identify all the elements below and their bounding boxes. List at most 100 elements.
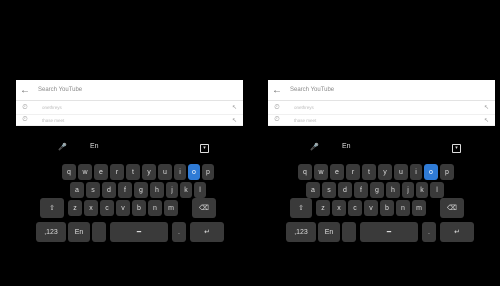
space-key[interactable]: ━ bbox=[110, 222, 168, 242]
key-r[interactable]: r bbox=[110, 164, 124, 180]
numbers-key[interactable]: ,123 bbox=[36, 222, 66, 242]
key-a[interactable]: a bbox=[306, 182, 320, 198]
key-t[interactable]: t bbox=[126, 164, 140, 180]
keyboard-toolbar: 🎤 En ▾ bbox=[268, 140, 495, 156]
key-k[interactable]: k bbox=[180, 182, 192, 198]
key-x[interactable]: x bbox=[84, 200, 98, 216]
key-c[interactable]: c bbox=[348, 200, 362, 216]
key-w[interactable]: w bbox=[78, 164, 92, 180]
fill-arrow-icon[interactable]: ↖ bbox=[484, 104, 489, 111]
enter-key[interactable]: ↵ bbox=[190, 222, 224, 242]
key-t[interactable]: t bbox=[362, 164, 376, 180]
keyboard-hide-icon[interactable]: ▾ bbox=[200, 144, 209, 153]
microphone-icon[interactable]: 🎤 bbox=[58, 143, 67, 151]
suggestion-text: thase meet bbox=[42, 117, 65, 123]
suggestion-item[interactable]: ⏲ onethreys ↖ bbox=[268, 101, 495, 115]
key-i[interactable]: i bbox=[410, 164, 422, 180]
language-key[interactable]: En bbox=[318, 222, 340, 242]
keyboard-hide-icon[interactable]: ▾ bbox=[452, 144, 461, 153]
key-g[interactable]: g bbox=[370, 182, 384, 198]
key-f[interactable]: f bbox=[354, 182, 368, 198]
key-y[interactable]: y bbox=[142, 164, 156, 180]
key-c[interactable]: c bbox=[100, 200, 114, 216]
language-label: En bbox=[90, 143, 99, 150]
key-s[interactable]: s bbox=[322, 182, 336, 198]
enter-icon: ↵ bbox=[204, 229, 210, 236]
space-icon: ━ bbox=[386, 229, 392, 236]
key-p[interactable]: p bbox=[440, 164, 454, 180]
suggestion-item[interactable]: ⏲ thase meet ↖ bbox=[16, 115, 243, 126]
key-s[interactable]: s bbox=[86, 182, 100, 198]
key-x[interactable]: x bbox=[332, 200, 346, 216]
key-v[interactable]: v bbox=[116, 200, 130, 216]
search-input[interactable]: Search YouTube bbox=[38, 87, 82, 93]
key-l[interactable]: l bbox=[430, 182, 444, 198]
history-icon: ⏲ bbox=[274, 103, 280, 111]
backspace-key[interactable]: ⌫ bbox=[440, 198, 464, 218]
fill-arrow-icon[interactable]: ↖ bbox=[484, 117, 489, 124]
key-e[interactable]: e bbox=[94, 164, 108, 180]
key-h[interactable]: h bbox=[386, 182, 400, 198]
search-bar[interactable]: ← Search YouTube bbox=[16, 80, 243, 101]
key-b[interactable]: b bbox=[380, 200, 394, 216]
back-arrow-icon[interactable]: ← bbox=[18, 85, 32, 96]
microphone-icon[interactable]: 🎤 bbox=[310, 143, 319, 151]
key-h[interactable]: h bbox=[150, 182, 164, 198]
key-n[interactable]: n bbox=[148, 200, 162, 216]
key-d[interactable]: d bbox=[102, 182, 116, 198]
key-m[interactable]: m bbox=[164, 200, 178, 216]
key-d[interactable]: d bbox=[338, 182, 352, 198]
key-o[interactable]: o bbox=[424, 164, 438, 180]
key-u[interactable]: u bbox=[158, 164, 172, 180]
key-g[interactable]: g bbox=[134, 182, 148, 198]
key-r[interactable]: r bbox=[346, 164, 360, 180]
key-n[interactable]: n bbox=[396, 200, 410, 216]
key-b[interactable]: b bbox=[132, 200, 146, 216]
key-j[interactable]: j bbox=[402, 182, 414, 198]
key-o[interactable]: o bbox=[188, 164, 200, 180]
key-a[interactable]: a bbox=[70, 182, 84, 198]
key-k[interactable]: k bbox=[416, 182, 428, 198]
key-q[interactable]: q bbox=[62, 164, 76, 180]
key-f[interactable]: f bbox=[118, 182, 132, 198]
key-v[interactable]: v bbox=[364, 200, 378, 216]
enter-icon: ↵ bbox=[454, 229, 460, 236]
space-key[interactable]: ━ bbox=[360, 222, 418, 242]
period-key[interactable]: . bbox=[172, 222, 186, 242]
backspace-icon: ⌫ bbox=[447, 205, 457, 212]
language-key[interactable]: En bbox=[68, 222, 90, 242]
history-icon: ⏲ bbox=[22, 103, 28, 111]
keyboard-toolbar: 🎤 En ▾ bbox=[16, 140, 243, 156]
key-w[interactable]: w bbox=[314, 164, 328, 180]
search-bar[interactable]: ← Search YouTube bbox=[268, 80, 495, 101]
enter-key[interactable]: ↵ bbox=[440, 222, 474, 242]
history-icon: ⏲ bbox=[274, 116, 280, 123]
key-q[interactable]: q bbox=[298, 164, 312, 180]
suggestion-item[interactable]: ⏲ thase meet ↖ bbox=[268, 115, 495, 126]
backspace-key[interactable]: ⌫ bbox=[192, 198, 216, 218]
key-e[interactable]: e bbox=[330, 164, 344, 180]
emoji-key[interactable] bbox=[92, 222, 106, 242]
search-input[interactable]: Search YouTube bbox=[290, 87, 334, 93]
numbers-key[interactable]: ,123 bbox=[286, 222, 316, 242]
key-j[interactable]: j bbox=[166, 182, 178, 198]
suggestion-text: thase meet bbox=[294, 117, 317, 123]
back-arrow-icon[interactable]: ← bbox=[270, 85, 284, 96]
fill-arrow-icon[interactable]: ↖ bbox=[232, 104, 237, 111]
suggestion-item[interactable]: ⏲ onethreys ↖ bbox=[16, 101, 243, 115]
key-p[interactable]: p bbox=[202, 164, 214, 180]
emoji-key[interactable] bbox=[342, 222, 356, 242]
key-y[interactable]: y bbox=[378, 164, 392, 180]
key-m[interactable]: m bbox=[412, 200, 426, 216]
shift-key[interactable]: ⇧ bbox=[40, 198, 64, 218]
key-u[interactable]: u bbox=[394, 164, 408, 180]
key-z[interactable]: z bbox=[68, 200, 82, 216]
shift-icon: ⇧ bbox=[49, 205, 55, 212]
fill-arrow-icon[interactable]: ↖ bbox=[232, 117, 237, 124]
period-key[interactable]: . bbox=[422, 222, 436, 242]
shift-icon: ⇧ bbox=[298, 205, 304, 212]
shift-key[interactable]: ⇧ bbox=[290, 198, 312, 218]
key-z[interactable]: z bbox=[316, 200, 330, 216]
key-i[interactable]: i bbox=[174, 164, 186, 180]
key-l[interactable]: l bbox=[194, 182, 206, 198]
